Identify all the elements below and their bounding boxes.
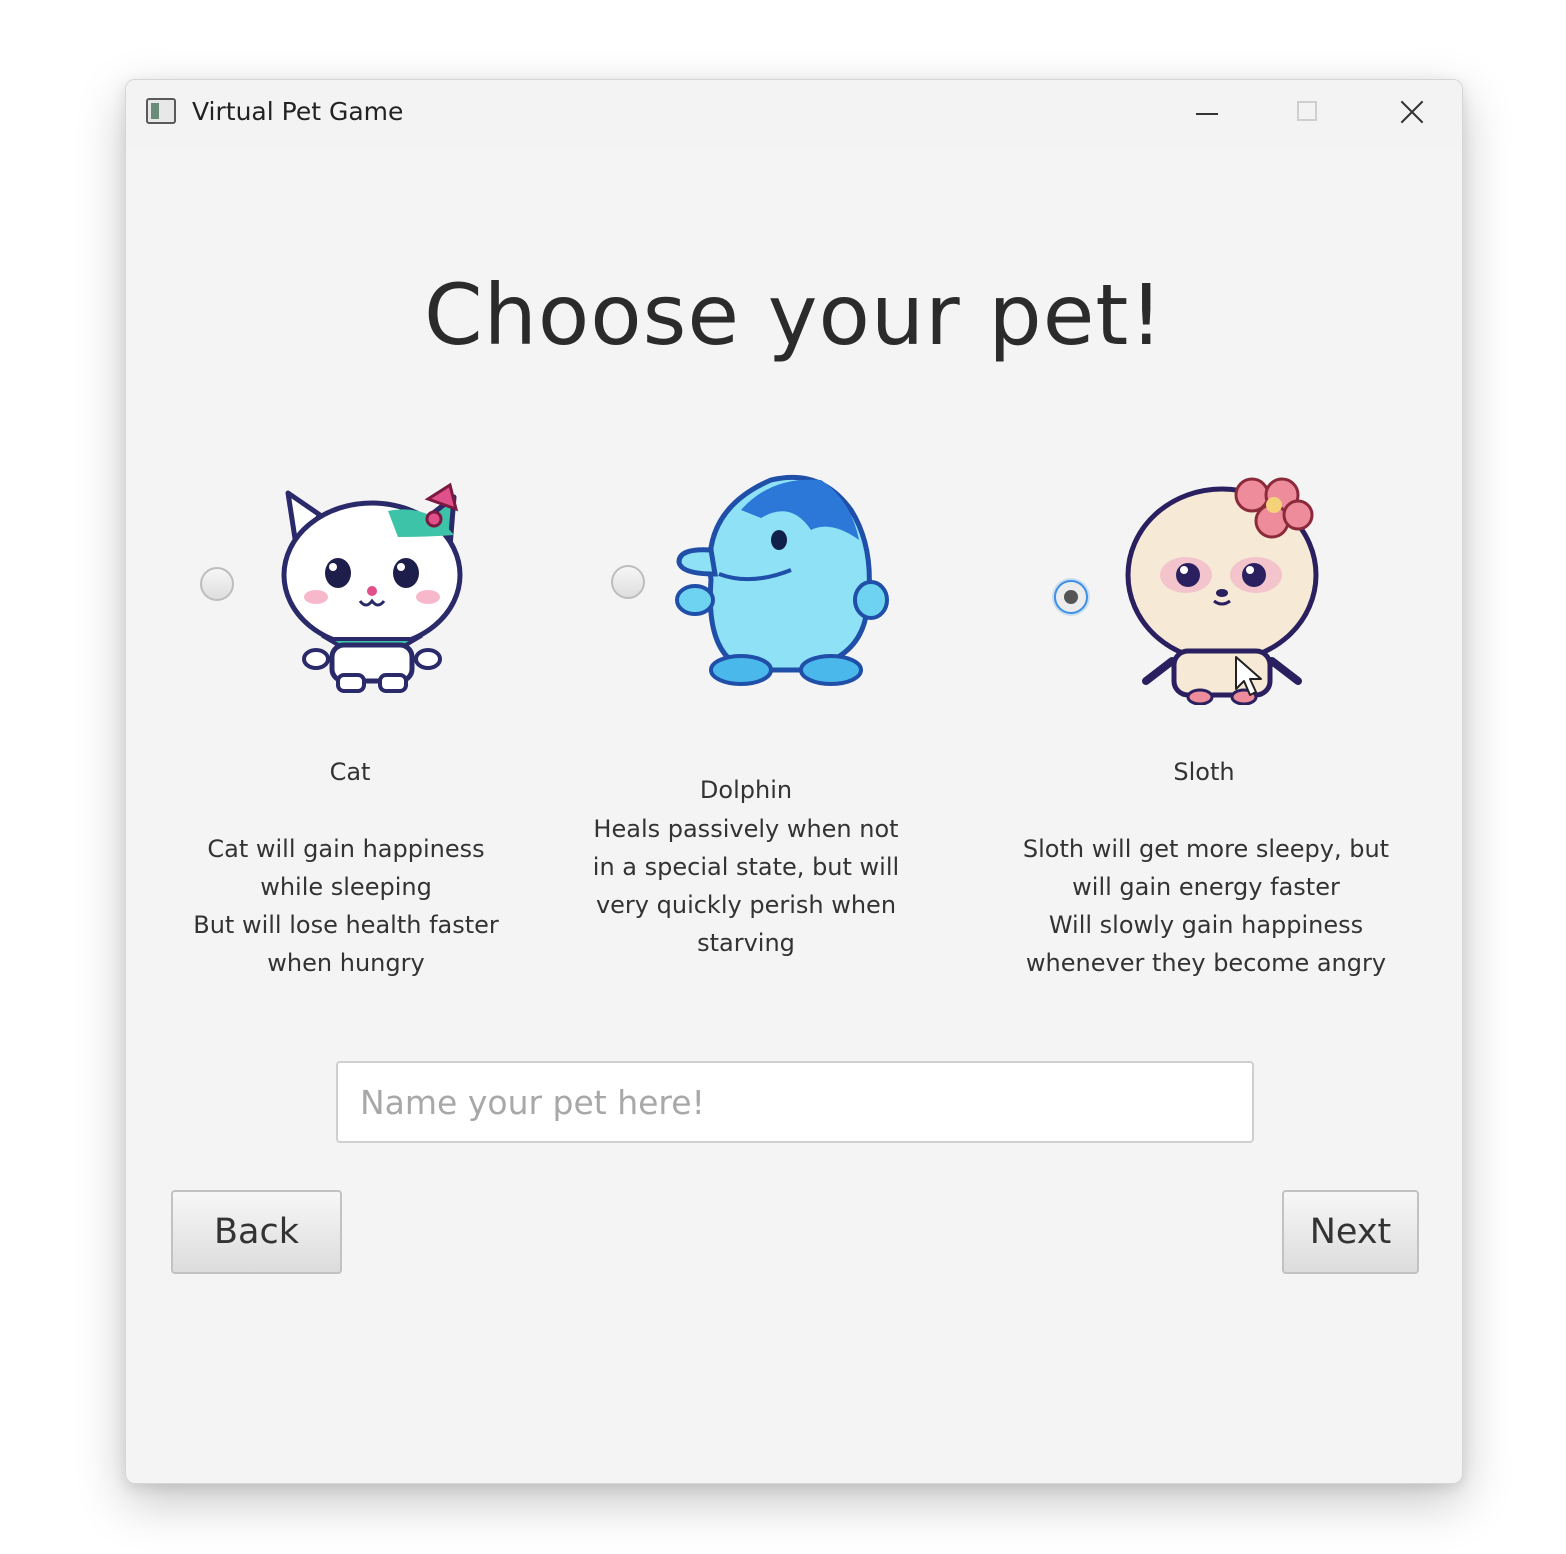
cat-sprite-icon [281,482,463,693]
pet-name-input[interactable] [336,1061,1254,1143]
sloth-radio-button[interactable] [1054,580,1088,614]
cat-name-label: Cat [329,758,371,786]
title-bar[interactable]: Virtual Pet Game [126,80,1462,146]
dolphin-name-label: Dolphin [699,776,793,804]
close-icon [1398,98,1426,126]
back-button[interactable]: Back [171,1190,342,1274]
dolphin-sprite-icon [675,474,889,686]
maximize-button[interactable] [1258,80,1358,146]
minimize-button[interactable] [1158,80,1258,146]
mouse-cursor-icon [1235,656,1262,696]
close-button[interactable] [1362,80,1462,146]
cat-description: Cat will gain happiness while sleeping B… [193,835,499,977]
dolphin-radio-button[interactable] [611,565,645,599]
app-icon [146,98,176,124]
minimize-icon [1196,113,1218,115]
sloth-name-label: Sloth [1173,758,1235,786]
page-title: Choose your pet! [423,266,1164,364]
next-button[interactable]: Next [1282,1190,1419,1274]
dolphin-description: Heals passively when not in a special st… [592,815,900,957]
sloth-sprite-icon [1125,477,1319,705]
cat-radio-button[interactable] [200,567,234,601]
window-title: Virtual Pet Game [192,97,404,126]
sloth-description: Sloth will get more sleepy, but will gai… [1022,835,1390,977]
maximize-icon [1297,101,1317,121]
app-window: Virtual Pet Game Choose your pet! Cat Ca… [125,79,1463,1484]
